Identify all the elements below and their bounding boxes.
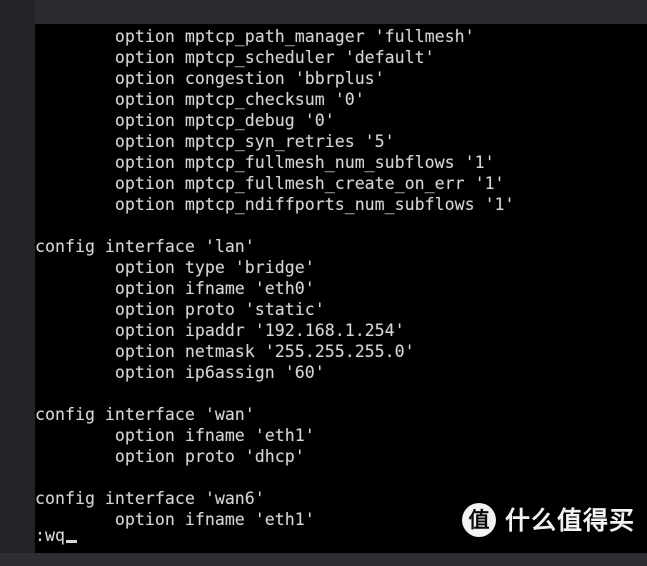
terminal-line: option mptcp_debug '0'	[35, 111, 335, 130]
terminal-text-buffer: option mptcp_path_manager 'fullmesh' opt…	[35, 26, 647, 530]
screen-frame-top	[0, 0, 647, 24]
terminal-line: option ifname 'eth1'	[35, 426, 315, 445]
terminal-line: option proto 'static'	[35, 300, 325, 319]
terminal-line: config interface 'lan'	[35, 237, 255, 256]
terminal-line: config interface 'wan'	[35, 405, 255, 424]
screen-frame-bottom	[0, 553, 647, 566]
terminal-line: option mptcp_ndiffports_num_subflows '1'	[35, 195, 515, 214]
text-cursor	[65, 540, 77, 543]
terminal-line: option netmask '255.255.255.0'	[35, 342, 415, 361]
vi-command-line[interactable]: :wq	[35, 525, 77, 546]
screen-frame-left	[0, 0, 35, 566]
terminal-line: option congestion 'bbrplus'	[35, 69, 385, 88]
terminal-line: option ifname 'eth0'	[35, 279, 315, 298]
terminal-line: option ip6assign '60'	[35, 363, 325, 382]
terminal-line: option mptcp_path_manager 'fullmesh'	[35, 27, 475, 46]
terminal-line: option mptcp_scheduler 'default'	[35, 48, 435, 67]
terminal-line: option ifname 'eth1'	[35, 510, 315, 529]
terminal-line: option mptcp_fullmesh_create_on_err '1'	[35, 174, 505, 193]
screenshot-root: option mptcp_path_manager 'fullmesh' opt…	[0, 0, 647, 566]
terminal-line: option mptcp_fullmesh_num_subflows '1'	[35, 153, 495, 172]
terminal-line: option mptcp_checksum '0'	[35, 90, 365, 109]
vi-command-text: :wq	[35, 526, 65, 545]
terminal-line: option mptcp_syn_retries '5'	[35, 132, 395, 151]
terminal-line: config interface 'wan6'	[35, 489, 265, 508]
terminal-window[interactable]: option mptcp_path_manager 'fullmesh' opt…	[35, 24, 647, 553]
terminal-line: option ipaddr '192.168.1.254'	[35, 321, 405, 340]
terminal-line: option type 'bridge'	[35, 258, 315, 277]
terminal-line: option proto 'dhcp'	[35, 447, 305, 466]
